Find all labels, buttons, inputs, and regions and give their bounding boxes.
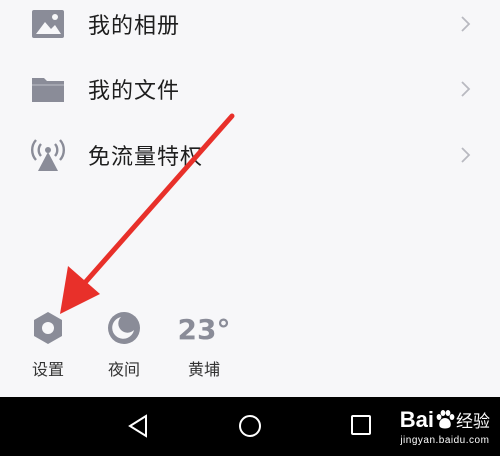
menu-item-free-data-privilege[interactable]: 免流量特权: [0, 122, 500, 188]
gear-icon: [34, 312, 62, 344]
watermark-brand: Bai 经验: [400, 408, 490, 434]
chevron-right-icon: [461, 16, 471, 32]
night-mode-button[interactable]: 夜间: [104, 308, 144, 380]
folder-icon: [32, 78, 64, 102]
chevron-right-icon: [461, 147, 471, 163]
night-mode-label: 夜间: [107, 360, 140, 379]
menu-item-label: 我的相册: [88, 14, 181, 39]
baidu-jingyan-watermark: Bai 经验 jingyan.baidu.com: [400, 408, 490, 448]
recent-square-icon[interactable]: [349, 413, 373, 439]
weather-location: 黄埔: [187, 360, 220, 379]
chevron-right-icon: [461, 81, 471, 97]
home-circle-icon[interactable]: [236, 413, 264, 441]
menu-item-label: 免流量特权: [88, 145, 204, 170]
photo-album-icon: [32, 10, 64, 38]
back-triangle-icon[interactable]: [126, 413, 152, 439]
watermark-brand-prefix: Bai: [399, 407, 434, 432]
paw-print-icon: [436, 410, 455, 429]
menu-item-my-files[interactable]: 我的文件: [0, 56, 500, 122]
settings-button[interactable]: 设置: [28, 308, 68, 380]
menu-item-my-album[interactable]: 我的相册: [0, 0, 500, 57]
weather-temperature: 23°: [177, 313, 231, 346]
signal-tower-icon: [31, 139, 65, 171]
watermark-brand-suffix: 经验: [456, 412, 490, 431]
settings-label: 设置: [31, 360, 64, 379]
watermark-url: jingyan.baidu.com: [400, 435, 490, 446]
moon-icon: [108, 312, 140, 344]
menu-item-label: 我的文件: [88, 79, 181, 104]
weather-widget[interactable]: 23° 黄埔: [176, 308, 232, 380]
